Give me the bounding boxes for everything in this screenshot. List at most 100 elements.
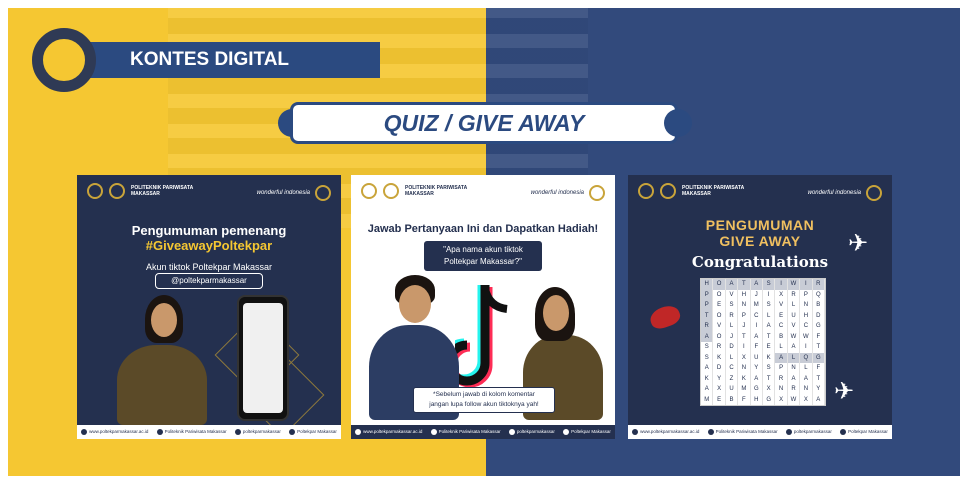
facebook-icon (707, 429, 714, 435)
grid-letter: X (713, 384, 726, 395)
grid-letter: S (763, 363, 776, 374)
grid-letter: G (813, 321, 825, 332)
grid-letter: I (800, 342, 813, 353)
grid-letter: T (701, 310, 714, 321)
grid-letter: P (800, 289, 813, 300)
grid-letter: X (800, 394, 813, 405)
grid-letter: T (738, 279, 751, 290)
grid-letter: R (713, 342, 726, 353)
grid-letter: C (800, 321, 813, 332)
grid-letter: G (763, 394, 776, 405)
grid-letter: A (751, 373, 763, 384)
title-bar: KONTES DIGITAL (80, 42, 380, 78)
grid-letter: X (775, 289, 788, 300)
grid-letter: F (813, 363, 825, 374)
grid-letter: S (762, 279, 776, 290)
brand-text: wonderful indonesia (807, 190, 861, 196)
grid-letter: R (726, 310, 739, 321)
g20-logo-icon (361, 183, 377, 199)
grid-letter: V (775, 300, 788, 311)
slide: KONTES DIGITAL QUIZ / GIVE AWAY POLITEKN… (8, 8, 960, 476)
grid-letter: Y (751, 363, 763, 374)
grid-letter: T (813, 373, 825, 384)
web-icon (81, 429, 88, 435)
grid-letter: L (788, 300, 801, 311)
grid-letter: I (775, 279, 788, 290)
grid-letter: I (738, 342, 751, 353)
grid-letter: V (788, 321, 801, 332)
page-title: KONTES DIGITAL (130, 49, 290, 70)
person-face (151, 303, 177, 337)
quiz-note: *Sebelum jawab di kolom komentar jangan … (413, 387, 555, 413)
grid-letter: R (788, 384, 801, 395)
grid-letter: J (738, 321, 751, 332)
grid-letter: I (751, 321, 763, 332)
grid-letter: N (738, 363, 751, 374)
grid-letter: H (751, 394, 763, 405)
grid-letter: A (725, 279, 739, 290)
grid-letter: L (726, 352, 739, 363)
grid-letter: O (713, 310, 726, 321)
brand-text: wonderful indonesia (530, 190, 584, 196)
grid-letter: M (751, 300, 763, 311)
grid-letter: F (751, 342, 763, 353)
poster-winner-announcement[interactable]: POLITEKNIK PARIWISATA MAKASSAR wonderful… (77, 175, 341, 439)
instagram-icon (785, 429, 792, 435)
grid-letter: S (726, 300, 739, 311)
airplane-icon: ✈ (834, 378, 855, 405)
web-icon (355, 429, 362, 435)
g20-logo-icon (638, 183, 654, 199)
grid-letter: T (763, 373, 776, 384)
footer-facebook: Politeknik Pariwisata Makassar (430, 429, 501, 435)
campus-logo-icon (109, 183, 125, 199)
logo-row: POLITEKNIK PARIWISATA MAKASSAR (361, 183, 475, 199)
phone-mockup (237, 295, 289, 421)
grid-letter: S (763, 300, 776, 311)
grid-letter: W (787, 279, 801, 290)
grid-letter: B (775, 331, 788, 342)
poster-quiz-question[interactable]: POLITEKNIK PARIWISATA MAKASSAR wonderful… (351, 175, 615, 439)
grid-letter: A (788, 373, 801, 384)
grid-letter: P (738, 310, 751, 321)
grid-letter: F (738, 394, 751, 405)
poster-heading: Jawab Pertanyaan Ini dan Dapatkan Hadiah… (367, 223, 599, 235)
grid-letter: W (800, 331, 813, 342)
grid-letter: E (713, 300, 726, 311)
footer-website: www.poltekparmakassar.ac.id (632, 429, 699, 435)
poster-footer: www.poltekparmakassar.ac.id Politeknik P… (628, 425, 892, 439)
footer-website: www.poltekparmakassar.ac.id (355, 429, 422, 435)
grid-letter: C (726, 363, 739, 374)
airplane-icon: ✈ (848, 230, 869, 257)
org-name: POLITEKNIK PARIWISATA MAKASSAR (682, 185, 745, 197)
grid-letter: W (788, 331, 801, 342)
grid-letter: L (763, 310, 776, 321)
grid-letter: L (787, 352, 801, 363)
grid-letter: O (713, 289, 726, 300)
footer-instagram: poltekparmakassar (785, 429, 832, 435)
grid-letter: A (751, 331, 763, 342)
grid-letter: L (775, 342, 788, 353)
grid-letter: A (788, 342, 801, 353)
grid-letter: C (775, 321, 788, 332)
poster-giveaway-announcement[interactable]: POLITEKNIK PARIWISATA MAKASSAR wonderful… (628, 175, 892, 439)
brand: wonderful indonesia (531, 185, 605, 201)
grid-letter: A (701, 331, 714, 342)
grid-letter: A (750, 279, 763, 290)
person-body (117, 345, 207, 425)
grid-letter: L (800, 363, 813, 374)
footer-youtube: Poltekpar Makassar (840, 429, 888, 435)
brand: wonderful indonesia (808, 185, 882, 201)
grid-letter: N (788, 363, 801, 374)
grid-letter: A (775, 352, 788, 363)
grid-letter: K (738, 373, 751, 384)
grid-letter: E (763, 342, 776, 353)
campus-logo-icon (660, 183, 676, 199)
grid-letter: X (738, 352, 751, 363)
title-ring-icon (32, 28, 96, 92)
grid-letter: R (701, 321, 714, 332)
facebook-icon (156, 429, 163, 435)
grid-letter: V (713, 321, 726, 332)
instagram-icon (508, 429, 515, 435)
tiktok-handle: @poltekparmakassar (155, 273, 263, 289)
ministry-logo-icon (589, 185, 605, 201)
